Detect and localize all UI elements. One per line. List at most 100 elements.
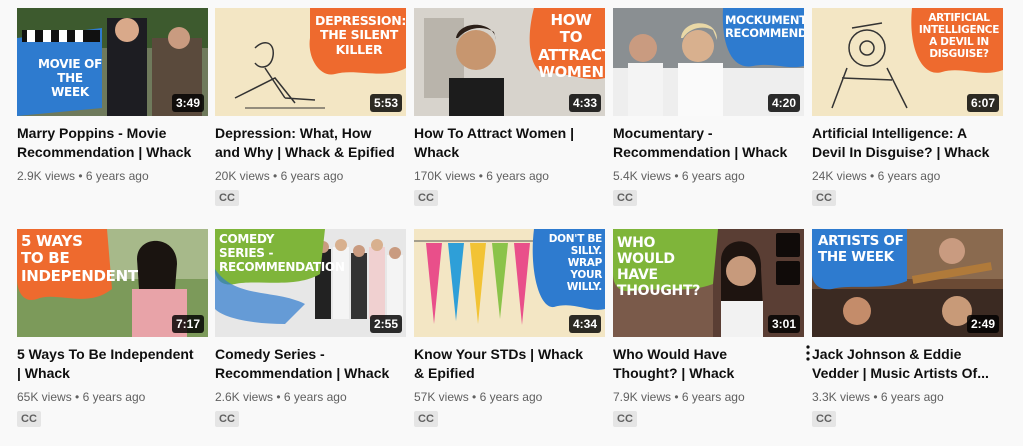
upload-age: 6 years ago — [85, 169, 149, 183]
video-duration: 6:07 — [966, 94, 999, 112]
video-duration: 4:34 — [568, 315, 601, 333]
video-title[interactable]: Who Would Have Thought? | Whack — [613, 345, 793, 383]
video-card[interactable]: 5 WAYS TO BE INDEPENDENT 7:17 5 Ways To … — [17, 229, 208, 427]
video-meta: 170K views • 6 years ago — [414, 168, 605, 184]
video-title[interactable]: How To Attract Women | Whack — [414, 124, 594, 162]
video-thumbnail[interactable]: DON'T BE SILLY. WRAP YOUR WILLY. 4:34 — [414, 229, 605, 337]
thumbnail-banner-text: MOVIE OF THE WEEK — [38, 57, 102, 99]
video-card[interactable]: DON'T BE SILLY. WRAP YOUR WILLY. 4:34 Kn… — [414, 229, 605, 427]
cc-badge: CC — [414, 411, 438, 427]
view-count: 2.6K views — [215, 390, 274, 404]
hover-actions — [776, 233, 800, 289]
video-thumbnail[interactable]: 5 WAYS TO BE INDEPENDENT 7:17 — [17, 229, 208, 337]
video-meta: 2.9K views • 6 years ago — [17, 168, 208, 184]
video-meta: 24K views • 6 years ago — [812, 168, 1003, 184]
video-duration: 3:49 — [171, 94, 204, 112]
meta-separator: • — [873, 390, 878, 404]
upload-age: 6 years ago — [479, 390, 543, 404]
video-meta: 57K views • 6 years ago — [414, 389, 605, 405]
thumbnail-banner-text: DON'T BE SILLY. WRAP YOUR WILLY. — [548, 233, 603, 294]
more-vert-icon[interactable] — [804, 345, 812, 363]
view-count: 2.9K views — [17, 169, 76, 183]
video-meta: 7.9K views • 6 years ago — [613, 389, 804, 405]
meta-separator: • — [478, 169, 483, 183]
view-count: 170K views — [414, 169, 476, 183]
thumbnail-banner-text: HOW TO ATTRACT WOMEN — [538, 11, 605, 81]
video-meta: 65K views • 6 years ago — [17, 389, 208, 405]
upload-age: 6 years ago — [283, 390, 347, 404]
view-count: 5.4K views — [613, 169, 672, 183]
video-row: MOVIE OF THE WEEK 3:49 Marry Poppins - M… — [17, 8, 1009, 218]
video-meta: 20K views • 6 years ago — [215, 168, 406, 184]
video-duration: 2:55 — [369, 315, 402, 333]
video-title[interactable]: 5 Ways To Be Independent | Whack — [17, 345, 197, 383]
upload-age: 6 years ago — [880, 390, 944, 404]
meta-separator: • — [674, 169, 679, 183]
video-thumbnail[interactable]: MOCKUMENTARY RECOMMENDATION 4:20 — [613, 8, 804, 116]
video-meta: 2.6K views • 6 years ago — [215, 389, 406, 405]
thumbnail-banner-text: MOCKUMENTARY RECOMMENDATION — [725, 13, 804, 41]
view-count: 57K views — [414, 390, 469, 404]
upload-age: 6 years ago — [486, 169, 549, 183]
view-count: 65K views — [17, 390, 72, 404]
cc-badge: CC — [812, 411, 836, 427]
cc-badge: CC — [215, 411, 239, 427]
video-card[interactable]: MOVIE OF THE WEEK 3:49 Marry Poppins - M… — [17, 8, 208, 184]
cc-badge: CC — [613, 411, 637, 427]
video-card[interactable]: HOW TO ATTRACT WOMEN 4:33 How To Attract… — [414, 8, 605, 206]
video-thumbnail[interactable]: ARTISTS OF THE WEEK 2:49 — [812, 229, 1003, 337]
cc-badge: CC — [812, 190, 836, 206]
video-thumbnail[interactable]: ARTIFICIAL INTELLIGENCE A DEVIL IN DISGU… — [812, 8, 1003, 116]
view-count: 20K views — [215, 169, 270, 183]
thumbnail-banner-text: DEPRESSION: THE SILENT KILLER — [315, 13, 406, 57]
meta-separator: • — [472, 390, 477, 404]
thumbnail-banner-text: ARTIFICIAL INTELLIGENCE A DEVIL IN DISGU… — [918, 12, 1000, 61]
video-thumbnail[interactable]: MOVIE OF THE WEEK 3:49 — [17, 8, 208, 116]
add-to-queue-button[interactable] — [776, 261, 800, 285]
upload-age: 6 years ago — [82, 390, 146, 404]
video-thumbnail[interactable]: COMEDY SERIES -RECOMMENDATION 2:55 — [215, 229, 406, 337]
cc-badge: CC — [414, 190, 438, 206]
cc-badge: CC — [613, 190, 637, 206]
video-meta: 5.4K views • 6 years ago — [613, 168, 804, 184]
upload-age: 6 years ago — [681, 169, 745, 183]
thumbnail-banner-text: 5 WAYS TO BE INDEPENDENT — [21, 232, 138, 285]
video-duration: 4:33 — [568, 94, 601, 112]
thumbnail-banner-text: ARTISTS OF THE WEEK — [818, 233, 904, 265]
video-title[interactable]: Jack Johnson & Eddie Vedder | Music Arti… — [812, 345, 992, 383]
video-duration: 2:49 — [966, 315, 999, 333]
video-title[interactable]: Comedy Series - Recommendation | Whack — [215, 345, 395, 383]
video-meta: 3.3K views • 6 years ago — [812, 389, 1003, 405]
video-card[interactable]: ARTIFICIAL INTELLIGENCE A DEVIL IN DISGU… — [812, 8, 1003, 206]
thumbnail-banner-text: COMEDY SERIES -RECOMMENDATION — [219, 232, 345, 274]
meta-separator: • — [870, 169, 875, 183]
video-card[interactable]: COMEDY SERIES -RECOMMENDATION 2:55 Comed… — [215, 229, 406, 427]
video-card[interactable]: WHO WOULD HAVE THOUGHT? 3:01 Who Would H… — [613, 229, 810, 427]
video-thumbnail[interactable]: WHO WOULD HAVE THOUGHT? 3:01 — [613, 229, 804, 337]
video-title[interactable]: Depression: What, How and Why | Whack & … — [215, 124, 395, 162]
video-duration: 7:17 — [171, 315, 204, 333]
thumbnail-banner-text: WHO WOULD HAVE THOUGHT? — [617, 235, 701, 300]
video-thumbnail[interactable]: HOW TO ATTRACT WOMEN 4:33 — [414, 8, 605, 116]
upload-age: 6 years ago — [280, 169, 344, 183]
video-title[interactable]: Mocumentary - Recommendation | Whack — [613, 124, 793, 162]
view-count: 3.3K views — [812, 390, 871, 404]
upload-age: 6 years ago — [877, 169, 941, 183]
cc-badge: CC — [17, 411, 41, 427]
upload-age: 6 years ago — [681, 390, 745, 404]
video-card[interactable]: ARTISTS OF THE WEEK 2:49 Jack Johnson & … — [812, 229, 1003, 427]
meta-separator: • — [78, 169, 83, 183]
cc-badge: CC — [215, 190, 239, 206]
video-thumbnail[interactable]: DEPRESSION: THE SILENT KILLER 5:53 — [215, 8, 406, 116]
more-vert-icon-glyph — [806, 345, 810, 361]
video-duration: 5:53 — [369, 94, 402, 112]
video-card[interactable]: MOCKUMENTARY RECOMMENDATION 4:20 Mocumen… — [613, 8, 804, 206]
video-title[interactable]: Know Your STDs | Whack & Epified — [414, 345, 594, 383]
video-title[interactable]: Marry Poppins - Movie Recommendation | W… — [17, 124, 197, 162]
video-duration: 3:01 — [767, 315, 800, 333]
meta-separator: • — [273, 169, 278, 183]
video-title[interactable]: Artificial Intelligence: A Devil In Disg… — [812, 124, 992, 162]
video-duration: 4:20 — [767, 94, 800, 112]
meta-separator: • — [276, 390, 281, 404]
video-card[interactable]: DEPRESSION: THE SILENT KILLER 5:53 Depre… — [215, 8, 406, 206]
